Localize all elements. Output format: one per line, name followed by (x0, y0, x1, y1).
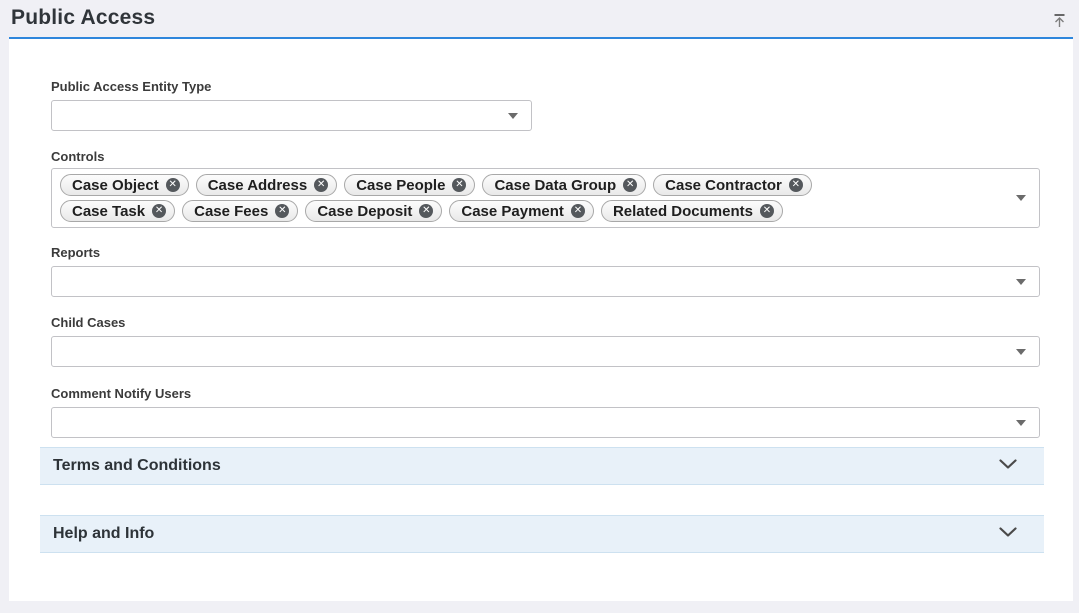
comment-notify-users-select[interactable] (51, 407, 1040, 438)
reports-label: Reports (51, 245, 1040, 260)
control-tag[interactable]: Case Payment ✕ (449, 200, 594, 222)
control-tag-label: Related Documents (613, 203, 753, 220)
entity-type-select[interactable] (51, 100, 532, 131)
chevron-down-icon (999, 457, 1017, 475)
control-tag-label: Case Contractor (665, 177, 782, 194)
remove-tag-icon[interactable]: ✕ (166, 178, 180, 192)
control-tag-label: Case Fees (194, 203, 268, 220)
entity-type-label: Public Access Entity Type (51, 79, 1040, 94)
control-tag[interactable]: Case People ✕ (344, 174, 475, 196)
control-tag-label: Case Task (72, 203, 145, 220)
control-tag-label: Case Object (72, 177, 159, 194)
reports-select[interactable] (51, 266, 1040, 297)
accordion-title: Help and Info (53, 525, 154, 543)
remove-tag-icon[interactable]: ✕ (452, 178, 466, 192)
remove-tag-icon[interactable]: ✕ (152, 204, 166, 218)
remove-tag-icon[interactable]: ✕ (419, 204, 433, 218)
accordion-terms-and-conditions[interactable]: Terms and Conditions (40, 447, 1044, 485)
control-tag[interactable]: Case Address ✕ (196, 174, 338, 196)
dropdown-caret-icon (1016, 420, 1026, 426)
control-tag-label: Case Deposit (317, 203, 412, 220)
control-tag[interactable]: Case Fees ✕ (182, 200, 298, 222)
arrow-up-to-line-icon (1051, 17, 1068, 32)
page-title: Public Access (11, 6, 155, 30)
scroll-to-top-button[interactable] (1051, 12, 1068, 29)
child-cases-select[interactable] (51, 336, 1040, 367)
control-tag[interactable]: Case Data Group ✕ (482, 174, 646, 196)
control-tag[interactable]: Related Documents ✕ (601, 200, 783, 222)
control-tag-label: Case People (356, 177, 445, 194)
form-area: Public Access Entity Type Controls Case … (9, 39, 1073, 438)
remove-tag-icon[interactable]: ✕ (623, 178, 637, 192)
accordion-help-and-info[interactable]: Help and Info (40, 515, 1044, 553)
remove-tag-icon[interactable]: ✕ (789, 178, 803, 192)
controls-tag-row: Case Object ✕ Case Address ✕ Case People… (60, 174, 999, 196)
remove-tag-icon[interactable]: ✕ (760, 204, 774, 218)
control-tag[interactable]: Case Object ✕ (60, 174, 189, 196)
control-tag-label: Case Data Group (494, 177, 616, 194)
controls-tag-row: Case Task ✕ Case Fees ✕ Case Deposit ✕ (60, 200, 999, 222)
chevron-down-icon (999, 525, 1017, 543)
remove-tag-icon[interactable]: ✕ (314, 178, 328, 192)
control-tag[interactable]: Case Contractor ✕ (653, 174, 812, 196)
child-cases-label: Child Cases (51, 315, 1040, 330)
control-tag[interactable]: Case Task ✕ (60, 200, 175, 222)
comment-notify-users-label: Comment Notify Users (51, 386, 1040, 401)
control-tag-label: Case Payment (461, 203, 564, 220)
remove-tag-icon[interactable]: ✕ (571, 204, 585, 218)
control-tag-label: Case Address (208, 177, 308, 194)
dropdown-caret-icon (1016, 279, 1026, 285)
dropdown-caret-icon (508, 113, 518, 119)
remove-tag-icon[interactable]: ✕ (275, 204, 289, 218)
controls-label: Controls (51, 149, 1040, 164)
accordion-title: Terms and Conditions (53, 457, 221, 475)
control-tag[interactable]: Case Deposit ✕ (305, 200, 442, 222)
dropdown-caret-icon (1016, 349, 1026, 355)
dropdown-caret-icon (1016, 195, 1026, 201)
page-header: Public Access (0, 0, 1079, 37)
controls-multiselect[interactable]: Case Object ✕ Case Address ✕ Case People… (51, 168, 1040, 228)
public-access-panel: Public Access Entity Type Controls Case … (9, 37, 1073, 601)
